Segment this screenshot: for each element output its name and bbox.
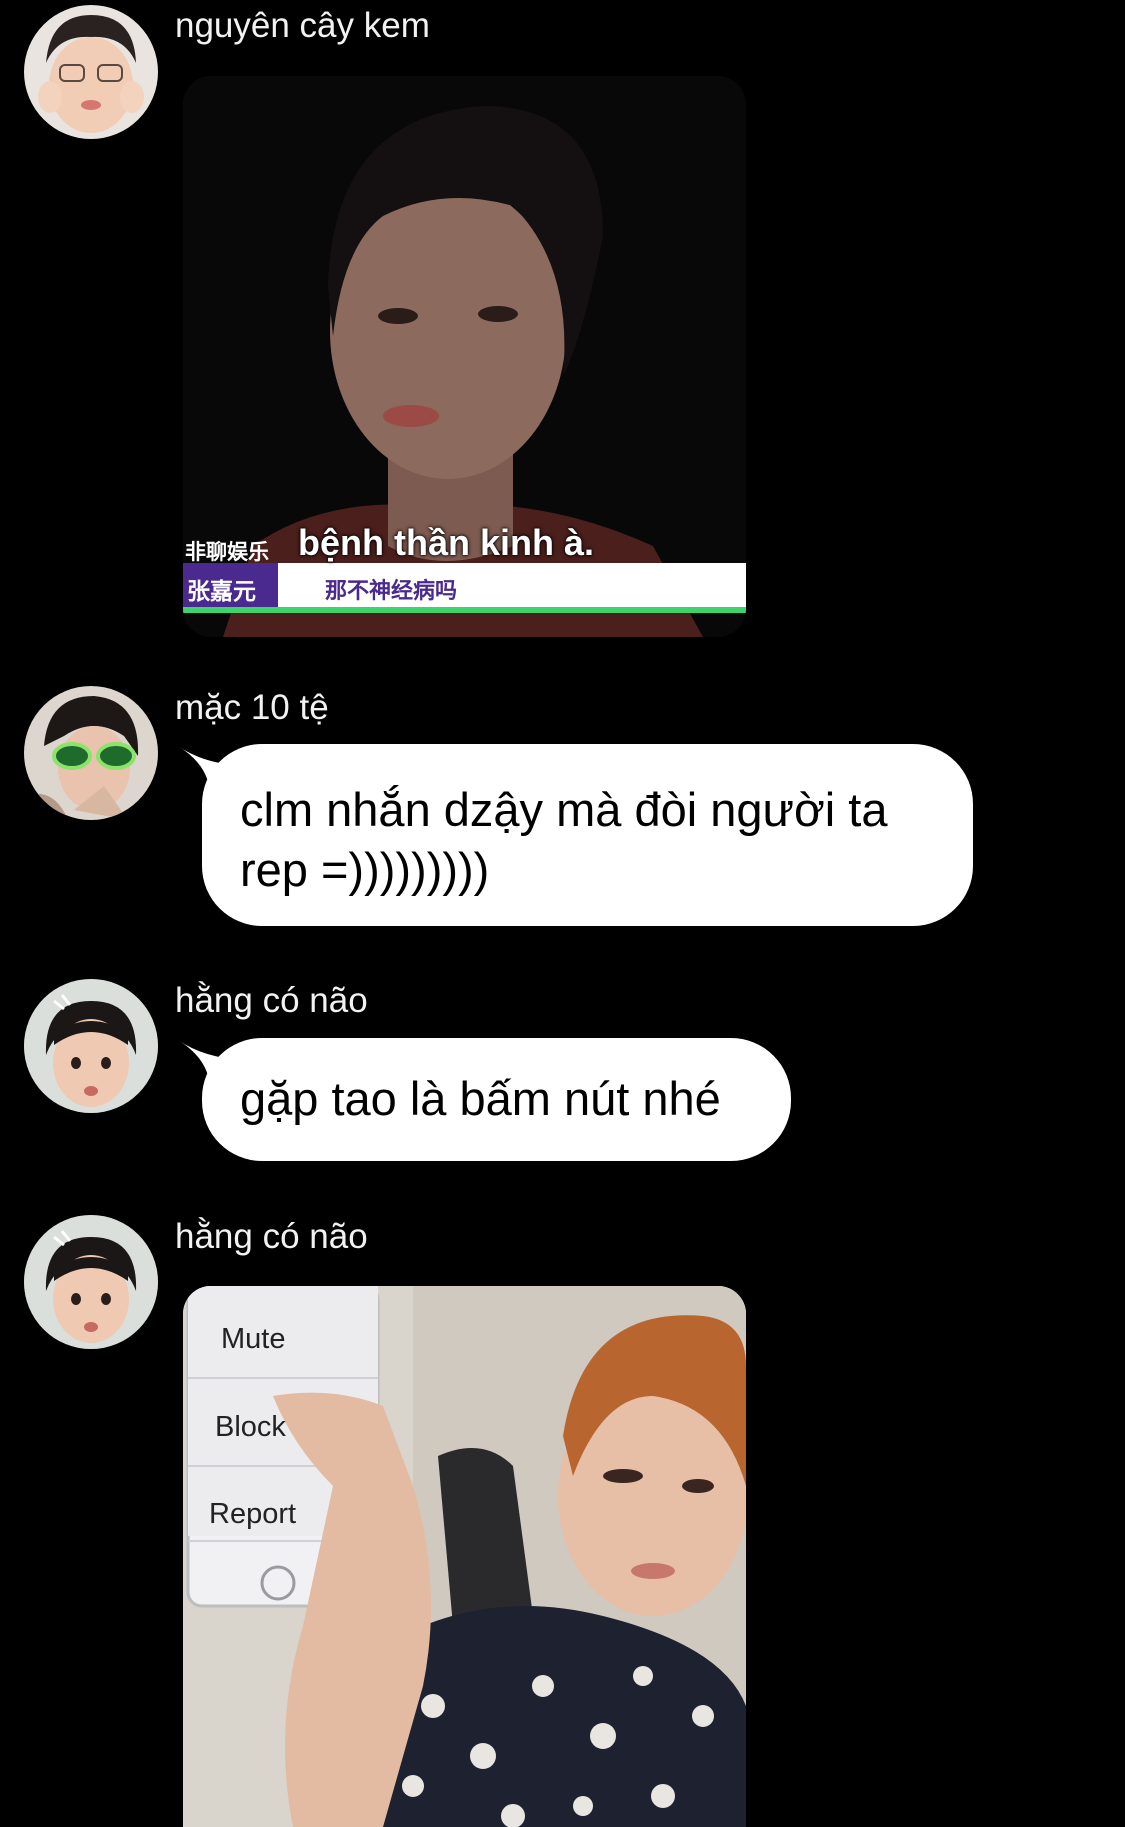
sender-name: mặc 10 tệ (175, 688, 329, 727)
bubble-tail (178, 1040, 244, 1090)
avatar[interactable] (24, 5, 158, 139)
channel-tag: 非聊娱乐 (185, 541, 269, 564)
bubble-tail (178, 746, 244, 796)
avatar[interactable] (24, 979, 158, 1113)
message-bubble[interactable]: clm nhắn dzậy mà đòi người ta rep =)))))… (178, 744, 973, 926)
menu-item-report: Report (209, 1498, 297, 1530)
message-text-line: gặp tao là bấm nút nhé (240, 1072, 721, 1125)
menu-item-mute: Mute (221, 1323, 286, 1355)
message-bubble[interactable]: gặp tao là bấm nút nhé (178, 1038, 791, 1161)
image-subtitle-chinese: 那不神经病吗 (325, 578, 458, 603)
image-subtitle: bệnh thần kinh à. (298, 522, 595, 563)
image-attachment[interactable]: Mute Block Report (183, 1286, 746, 1827)
avatar[interactable] (24, 1215, 158, 1349)
name-tag: 张嘉元 (187, 578, 256, 604)
avatar[interactable] (24, 686, 158, 820)
sender-name: hằng có não (175, 981, 368, 1020)
message-text-line: rep =))))))))) (240, 843, 490, 896)
image-attachment[interactable]: 非聊娱乐 bệnh thần kinh à. 张嘉元 那不神经病吗 (183, 76, 746, 637)
sender-name: hằng có não (175, 1217, 368, 1256)
menu-item-block: Block (215, 1411, 286, 1443)
sender-name: nguyên cây kem (175, 6, 430, 45)
meme-photo-bg (183, 1286, 746, 1827)
message-text-line: clm nhắn dzậy mà đòi người ta (240, 783, 888, 836)
